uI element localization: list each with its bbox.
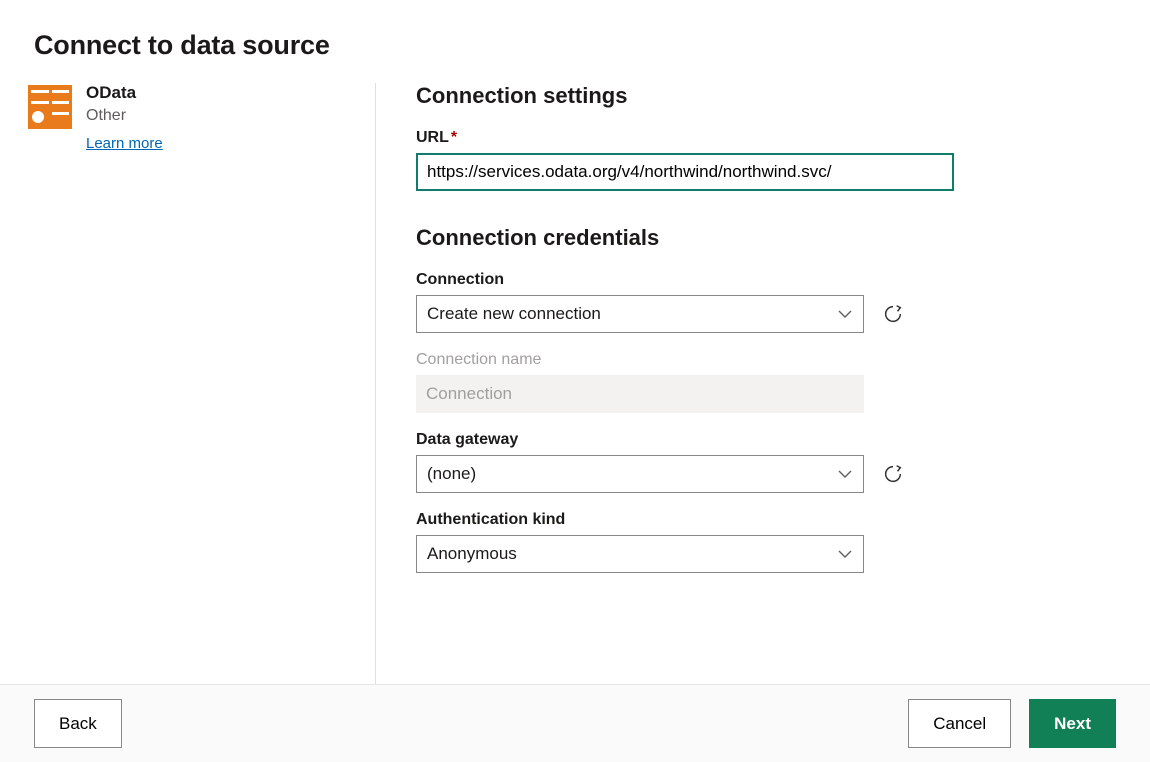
- authentication-kind-label: Authentication kind: [416, 511, 1150, 529]
- authentication-kind-select[interactable]: Anonymous: [416, 535, 864, 573]
- footer: Back Cancel Next: [0, 684, 1150, 762]
- data-gateway-label: Data gateway: [416, 431, 1150, 449]
- source-name: OData: [86, 83, 163, 103]
- back-button[interactable]: Back: [34, 699, 122, 748]
- required-asterisk: *: [451, 129, 457, 146]
- refresh-icon: [882, 303, 904, 325]
- source-category: Other: [86, 107, 163, 125]
- cancel-button[interactable]: Cancel: [908, 699, 1011, 748]
- connection-name-input: Connection: [416, 375, 864, 413]
- page-title: Connect to data source: [34, 30, 1150, 61]
- connection-name-placeholder: Connection: [426, 384, 512, 404]
- chevron-down-icon: [837, 546, 853, 562]
- chevron-down-icon: [837, 306, 853, 322]
- data-gateway-select-value: (none): [427, 464, 476, 484]
- odata-source-icon: [28, 85, 72, 129]
- authentication-kind-value: Anonymous: [427, 544, 517, 564]
- left-panel: OData Other Learn more: [28, 83, 376, 684]
- learn-more-link[interactable]: Learn more: [86, 135, 163, 152]
- refresh-connection-button[interactable]: [882, 303, 904, 325]
- url-label: URL*: [416, 129, 1150, 147]
- next-button[interactable]: Next: [1029, 699, 1116, 748]
- data-gateway-select[interactable]: (none): [416, 455, 864, 493]
- url-input[interactable]: [416, 153, 954, 191]
- chevron-down-icon: [837, 466, 853, 482]
- connection-select-value: Create new connection: [427, 304, 601, 324]
- refresh-icon: [882, 463, 904, 485]
- connection-settings-heading: Connection settings: [416, 83, 1150, 109]
- refresh-gateway-button[interactable]: [882, 463, 904, 485]
- connection-name-label: Connection name: [416, 351, 1150, 369]
- connection-label: Connection: [416, 271, 1150, 289]
- connection-select[interactable]: Create new connection: [416, 295, 864, 333]
- connection-credentials-heading: Connection credentials: [416, 225, 1150, 251]
